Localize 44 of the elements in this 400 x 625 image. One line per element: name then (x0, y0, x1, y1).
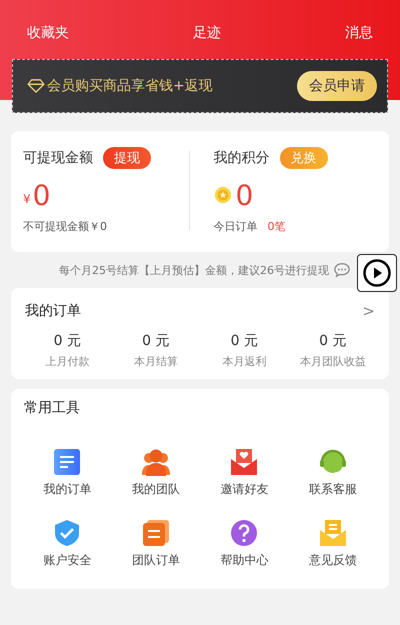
stat-value: 0 元 (319, 332, 346, 350)
section-title: 常用工具 (24, 399, 81, 417)
stat-value: 0 元 (54, 332, 81, 350)
non-withdrawable-amount: 不可提现金额￥0 (23, 219, 108, 234)
tool-item[interactable]: 帮助中心 (200, 518, 288, 569)
section-title: 我的积分 (214, 149, 270, 167)
section-title: 我的订单 (25, 302, 81, 320)
tool-item[interactable]: 邀请好友 (200, 447, 288, 498)
question-icon (229, 518, 260, 548)
tool-item[interactable]: 我的订单 (23, 447, 112, 498)
tool-item[interactable]: 团队订单 (112, 518, 200, 569)
today-orders-count: 0笔 (268, 219, 286, 234)
stat-value: 0 元 (142, 332, 170, 350)
stat-label: 本月团队收益 (300, 354, 366, 369)
nav-link[interactable]: 消息 (345, 24, 373, 42)
member-apply-button[interactable]: 会员申请 (297, 71, 377, 101)
section-title: 可提现金额 (23, 149, 93, 167)
member-promo-text: 会员购买商品享省钱+返现 (47, 77, 213, 95)
stat-label: 本月返利 (222, 354, 266, 369)
stat-value: 0 元 (230, 332, 258, 350)
nav-link[interactable]: 足迹 (193, 24, 221, 42)
settlement-note: 每个月25号结算【上月预估】金额，建议26号进行提现 (59, 262, 329, 278)
stat-label: 上月付款 (45, 354, 90, 369)
coin-icon (214, 186, 232, 204)
withdraw-button[interactable]: 提现 (103, 147, 151, 169)
tool-item[interactable]: 意见反馈 (288, 518, 377, 569)
stat-label: 本月结算 (134, 354, 178, 369)
chat-icon[interactable] (333, 262, 351, 278)
document-icon (52, 447, 82, 477)
points-amount: 0 (236, 178, 254, 212)
people-icon (140, 447, 171, 477)
mail-icon (318, 518, 348, 548)
chevron-icon[interactable]: > (362, 302, 375, 320)
tool-item[interactable]: 我的团队 (112, 447, 200, 498)
stacked-document-icon (140, 518, 171, 548)
tool-item[interactable]: 联系客服 (288, 447, 377, 498)
diamond-icon (27, 79, 45, 93)
currency-symbol: ¥ (23, 192, 31, 206)
play-button[interactable] (357, 254, 397, 292)
tool-item[interactable]: 账户安全 (23, 518, 112, 569)
heart-envelope-icon (229, 447, 260, 477)
balance-amount: 0 (32, 178, 50, 212)
today-orders-label: 今日订单 (214, 219, 258, 234)
nav-link[interactable]: 收藏夹 (27, 24, 69, 42)
